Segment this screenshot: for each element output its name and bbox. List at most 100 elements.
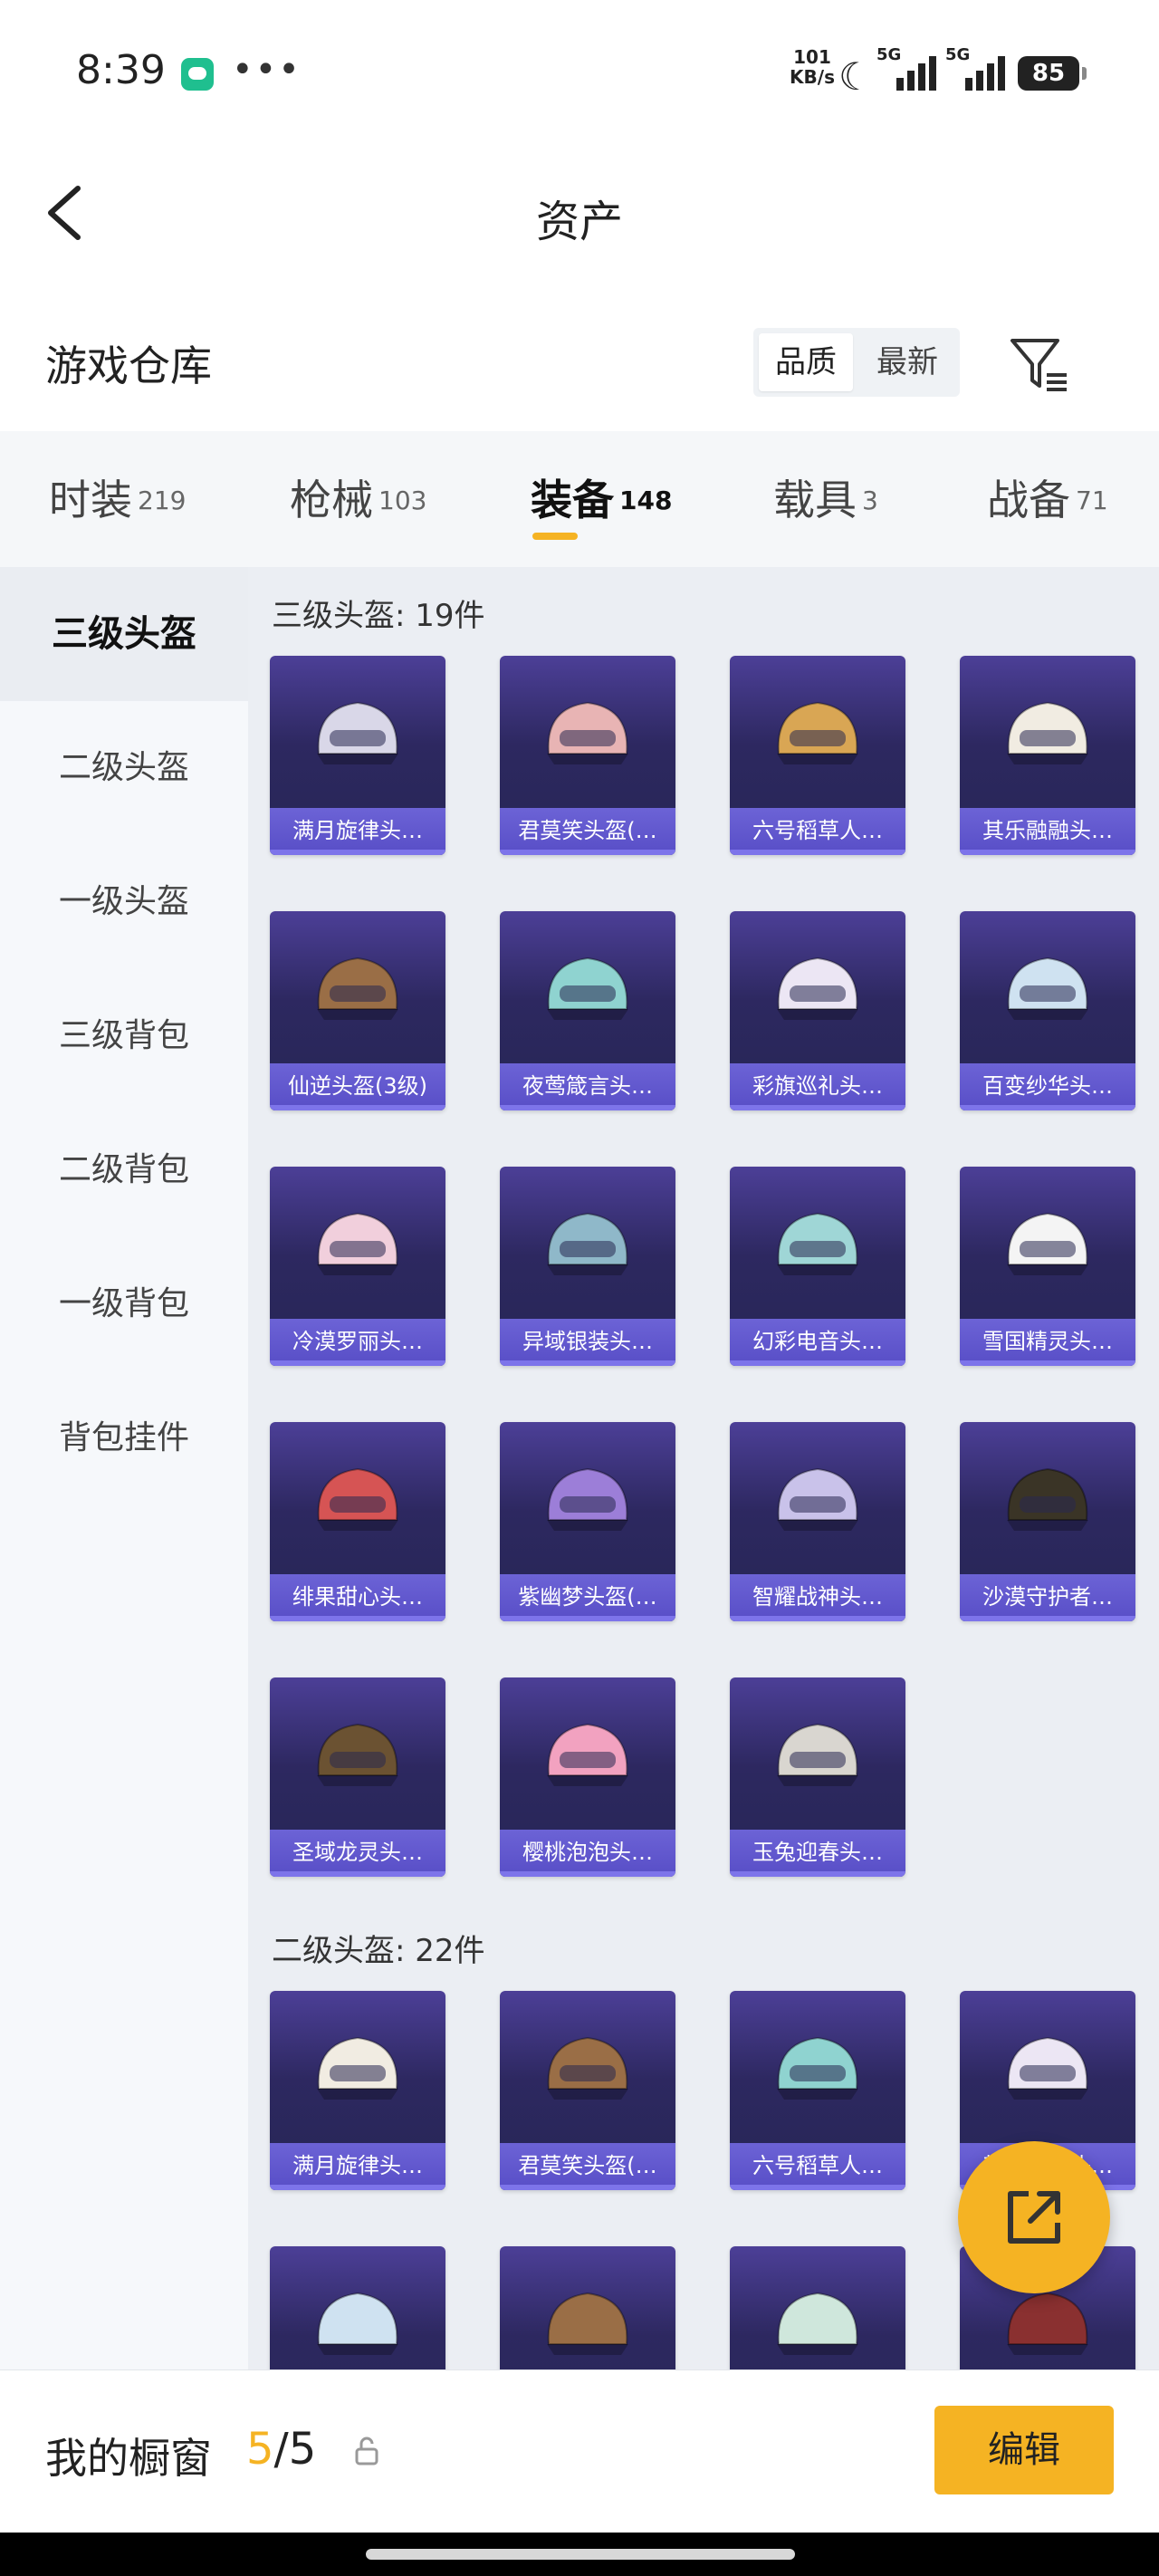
sidebar-item-level2-helmet[interactable]: 二级头盔 [0,701,248,835]
item-card[interactable] [730,2246,905,2369]
item-card-label: 六号稻草人… [730,808,905,855]
item-card-label: 满月旋律头… [270,808,445,855]
item-card[interactable]: 满月旋律头… [270,656,445,855]
filter-button[interactable] [1007,332,1072,395]
item-card-label: 幻彩电音头… [730,1319,905,1366]
helmet-icon [308,2025,407,2116]
item-card[interactable]: 六号稻草人… [730,1991,905,2190]
item-card-label: 圣域龙灵头… [270,1830,445,1877]
sort-quality-option[interactable]: 品质 [759,333,853,391]
item-card-label: 百变纱华头… [960,1063,1135,1110]
item-card-label: 仙逆头盔(3级) [270,1063,445,1110]
item-card[interactable]: 沙漠守护者… [960,1422,1135,1621]
sim1-label: 5G [876,45,902,64]
showcase-count: 5/5 [246,2424,316,2475]
item-card[interactable]: 绯果甜心头… [270,1422,445,1621]
showcase-count-total: /5 [273,2424,317,2475]
sidebar-item-level1-helmet[interactable]: 一级头盔 [0,835,248,969]
helmet-icon [308,1712,407,1802]
helmet-icon [538,1712,637,1802]
share-button[interactable] [958,2141,1110,2293]
item-card[interactable]: 樱桃泡泡头… [500,1677,675,1877]
tab-vehicles[interactable]: 载具 3 [773,467,878,540]
helmet-icon [538,946,637,1036]
item-card[interactable]: 夜莺箴言头… [500,911,675,1110]
item-card[interactable]: 雪国精灵头… [960,1167,1135,1366]
back-button[interactable] [40,181,94,245]
item-card-label: 樱桃泡泡头… [500,1830,675,1877]
item-card[interactable]: 君莫笑头盔(… [500,656,675,855]
sidebar-item-level2-backpack[interactable]: 二级背包 [0,1103,248,1237]
sort-newest-option[interactable]: 最新 [860,333,954,391]
item-card-label: 玉兔迎春头… [730,1830,905,1877]
item-card[interactable]: 仙逆头盔(3级) [270,911,445,1110]
item-card[interactable] [270,2246,445,2369]
net-speed: 101 KB/s [784,47,840,87]
sort-toggle: 品质 最新 [753,328,960,397]
helmet-icon [308,2281,407,2369]
item-card[interactable]: 智耀战神头… [730,1422,905,1621]
section-title: 游戏仓库 [45,341,212,390]
item-card[interactable] [500,2246,675,2369]
sidebar-item-backpack-charms[interactable]: 背包挂件 [0,1371,248,1505]
sidebar: 三级头盔 二级头盔 一级头盔 三级背包 二级背包 一级背包 背包挂件 [0,567,248,2369]
helmet-icon [308,1456,407,1547]
sidebar-item-level3-backpack[interactable]: 三级背包 [0,969,248,1103]
home-indicator[interactable] [366,2549,795,2560]
tab-equipment[interactable]: 装备 148 [531,467,672,540]
item-card-label: 夜莺箴言头… [500,1063,675,1110]
tab-supplies[interactable]: 战备 71 [987,467,1108,540]
item-grid: 三级头盔: 19件 满月旋律头… 君莫笑头盔(… 六号稻草人… 其乐融融头… 仙逆头盔(3… [248,567,1159,2369]
item-card-label: 冷漠罗丽头… [270,1319,445,1366]
battery-icon: 85 [1018,56,1087,91]
tab-fashion[interactable]: 时装 219 [49,467,186,540]
item-card[interactable]: 其乐融融头… [960,656,1135,855]
status-time: 8:39 [76,47,166,93]
more-dots-icon: ••• [232,49,302,91]
page-title: 资产 [535,197,623,247]
lock-icon [353,2435,380,2467]
edit-button[interactable]: 编辑 [934,2406,1114,2494]
item-card[interactable]: 彩旗巡礼头… [730,911,905,1110]
item-card[interactable]: 紫幽梦头盔(… [500,1422,675,1621]
chevron-left-icon [48,186,81,240]
sidebar-item-level1-backpack[interactable]: 一级背包 [0,1237,248,1371]
helmet-icon [998,1456,1097,1547]
item-card-label: 智耀战神头… [730,1574,905,1621]
item-card[interactable]: 圣域龙灵头… [270,1677,445,1877]
item-card-label: 满月旋律头… [270,2143,445,2190]
filter-icon [1011,339,1067,391]
showcase-count-current: 5 [246,2424,274,2475]
helmet-icon [538,690,637,781]
item-card-label: 异域银装头… [500,1319,675,1366]
sim2-label: 5G [945,45,971,64]
item-card[interactable]: 六号稻草人… [730,656,905,855]
tab-label: 战备 [987,476,1070,524]
item-card[interactable]: 幻彩电音头… [730,1167,905,1366]
tab-label: 枪械 [290,476,373,524]
group-title: 二级头盔: 22件 [272,1933,485,1969]
item-card-label: 雪国精灵头… [960,1319,1135,1366]
item-card-label: 彩旗巡礼头… [730,1063,905,1110]
helmet-icon [538,2025,637,2116]
tab-label: 载具 [773,476,857,524]
item-card[interactable]: 百变纱华头… [960,911,1135,1110]
helmet-icon [768,1712,867,1802]
item-card[interactable]: 满月旋律头… [270,1991,445,2190]
helmet-icon [768,946,867,1036]
net-speed-unit: KB/s [790,66,835,88]
helmet-icon [998,690,1097,781]
helmet-icon [998,946,1097,1036]
helmet-icon [538,2281,637,2369]
item-card[interactable]: 君莫笑头盔(… [500,1991,675,2190]
signal-icon: 5G [945,45,1016,92]
helmet-icon [308,1201,407,1292]
tab-count: 148 [619,485,673,515]
item-card[interactable]: 冷漠罗丽头… [270,1167,445,1366]
item-card[interactable]: 异域银装头… [500,1167,675,1366]
item-card-label: 紫幽梦头盔(… [500,1574,675,1621]
tab-firearms[interactable]: 枪械 103 [290,467,426,540]
item-card[interactable]: 玉兔迎春头… [730,1677,905,1877]
item-card-label: 六号稻草人… [730,2143,905,2190]
sidebar-item-level3-helmet[interactable]: 三级头盔 [0,567,248,701]
